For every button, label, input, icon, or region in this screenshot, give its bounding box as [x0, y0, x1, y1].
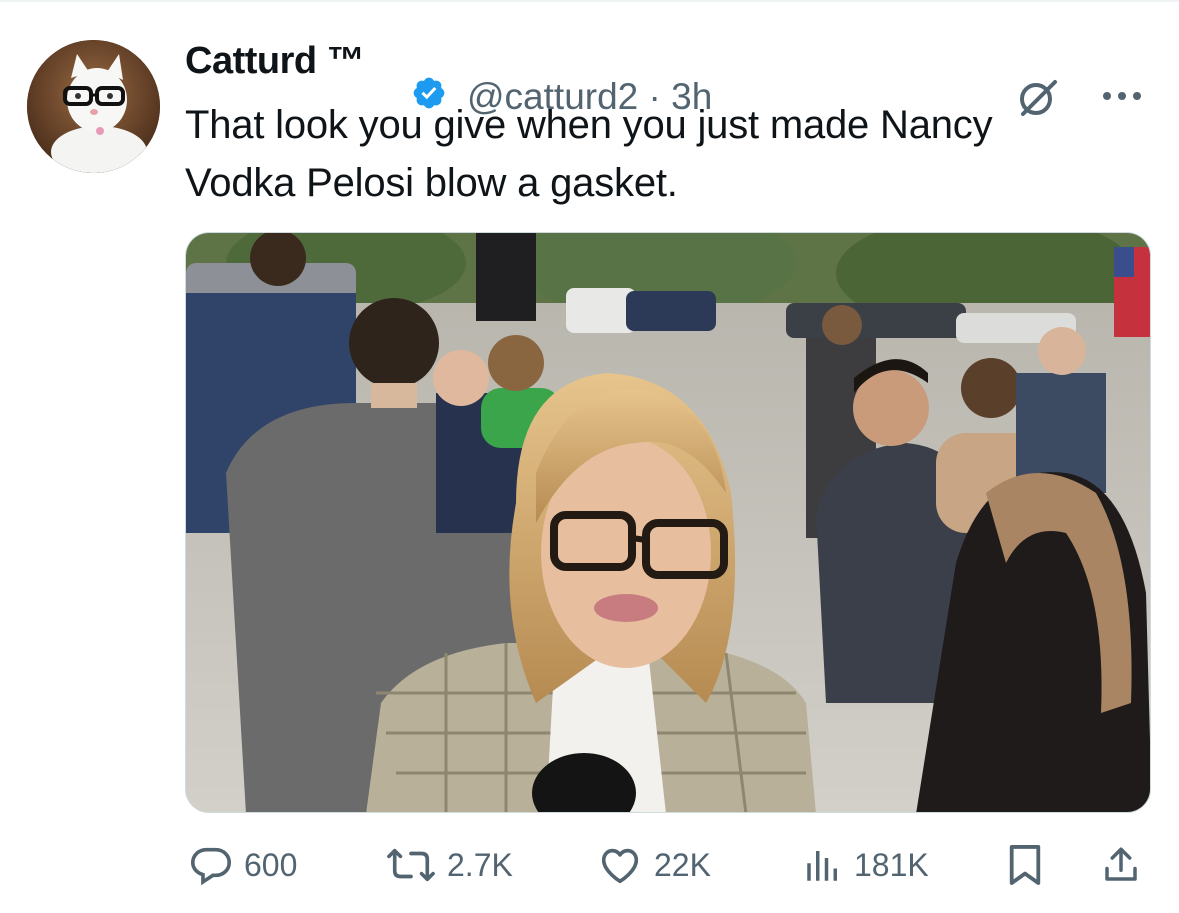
views-icon	[807, 851, 837, 881]
tweet-media-image[interactable]	[185, 232, 1151, 813]
action-bar: 600 2.7K 22K 181K	[0, 835, 1179, 895]
bookmark-button[interactable]	[1006, 835, 1044, 895]
like-icon	[601, 848, 639, 884]
reply-count: 600	[244, 846, 298, 883]
tweet-text-line: Vodka Pelosi blow a gasket.	[185, 161, 678, 205]
reply-icon	[190, 847, 232, 886]
views-button[interactable]: 181K	[802, 835, 929, 895]
tweet-header: Catturd ™ @catturd2 · 3h	[0, 36, 1179, 117]
bookmark-icon	[1009, 845, 1041, 885]
repost-count: 2.7K	[447, 846, 513, 883]
reply-button[interactable]: 600	[188, 835, 297, 895]
like-count: 22K	[654, 846, 711, 883]
share-button[interactable]	[1100, 835, 1142, 895]
tweet-text-line: That look you give when you just made Na…	[185, 103, 993, 147]
repost-icon	[387, 848, 435, 882]
top-divider	[0, 0, 1179, 2]
share-icon	[1105, 847, 1137, 881]
like-button[interactable]: 22K	[596, 835, 711, 895]
views-count: 181K	[854, 846, 929, 883]
author-name[interactable]: Catturd ™	[185, 40, 365, 83]
tweet-text: That look you give when you just made Na…	[185, 96, 1145, 212]
repost-button[interactable]: 2.7K	[385, 835, 513, 895]
